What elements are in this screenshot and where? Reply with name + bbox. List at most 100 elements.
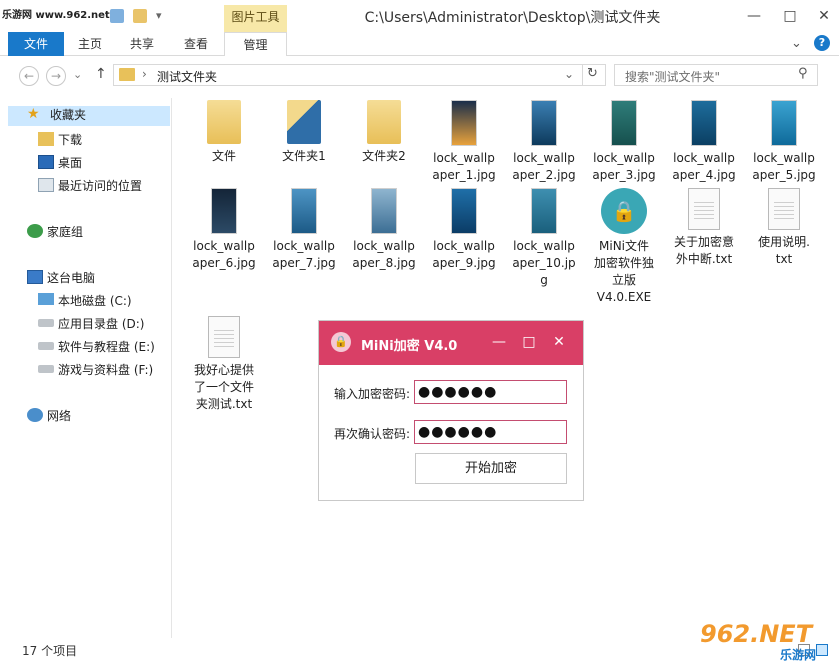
image-thumbnail-icon [611,100,637,146]
desktop-icon [38,155,54,169]
file-name: 文件 [211,149,236,163]
tab-home[interactable]: 主页 [66,32,114,56]
picture-tools-context-tab: 图片工具 [224,5,287,32]
computer-icon [27,270,43,284]
file-item[interactable]: lock_wallp aper_2.jpg [504,100,584,184]
file-name: MiNi文件 加密软件独 立版 V4.0.EXE [593,239,654,304]
file-name: lock_wallp aper_6.jpg [192,239,256,270]
file-name: 文件夹2 [362,149,406,163]
dialog-close-button[interactable]: ✕ [549,334,569,350]
breadcrumb-separator: › [142,67,147,81]
file-name: lock_wallp aper_7.jpg [272,239,336,270]
file-name: 关于加密意 外中断.txt [673,235,734,266]
image-thumbnail-icon [211,188,237,234]
confirm-password-input[interactable]: ●●●●●● [414,420,567,444]
file-item[interactable]: 我好心提供 了一个文件 夹测试.txt [184,316,264,413]
quick-access-dropdown-icon[interactable]: ▾ [156,9,162,22]
network-icon [27,408,43,422]
start-encrypt-button[interactable]: 开始加密 [415,453,567,484]
recent-locations-icon[interactable]: ⌄ [73,68,82,81]
file-name: lock_wallp aper_5.jpg [752,151,816,182]
lock-icon: 🔒 [331,332,351,352]
file-name: 使用说明. txt [758,235,810,266]
maximize-button[interactable]: □ [780,6,800,26]
file-name: lock_wallp aper_4.jpg [672,151,736,182]
file-item[interactable]: lock_wallp aper_9.jpg [424,188,504,272]
minimize-button[interactable]: — [744,6,764,26]
properties-icon[interactable] [110,9,124,23]
star-icon: ★ [27,106,40,122]
image-thumbnail-icon [691,100,717,146]
address-dropdown-icon[interactable]: ⌄ [564,67,574,81]
file-name: lock_wallp aper_1.jpg [432,151,496,182]
tab-share[interactable]: 共享 [118,32,166,56]
file-item[interactable]: lock_wallp aper_4.jpg [664,100,744,184]
forward-button[interactable]: → [46,66,66,86]
folder-icon [367,100,401,144]
file-item[interactable]: 文件夹2 [344,100,424,165]
up-button[interactable]: ↑ [95,66,107,82]
download-folder-icon [38,132,54,146]
image-thumbnail-icon [771,100,797,146]
site-logo: 962.NET 乐游网 [700,620,817,662]
tab-file[interactable]: 文件 [8,32,64,56]
file-item[interactable]: lock_wallp aper_6.jpg [184,188,264,272]
file-item[interactable]: 文件 [184,100,264,165]
file-item[interactable]: 关于加密意 外中断.txt [664,188,744,268]
confirm-password-label: 再次确认密码: [334,427,411,441]
dialog-title: MiNi加密 V4.0 [361,339,458,354]
watermark: 乐游网 www.962.net [2,10,110,21]
file-name: 我好心提供 了一个文件 夹测试.txt [193,363,254,411]
file-name: lock_wallp aper_9.jpg [432,239,496,270]
drive-icon [38,365,54,373]
help-icon[interactable]: ? [814,35,830,51]
ribbon-collapse-icon[interactable]: ⌄ [791,36,802,51]
refresh-icon[interactable]: ↻ [587,66,598,81]
file-name: lock_wallp aper_10.jp g [512,239,576,287]
file-item[interactable]: lock_wallp aper_3.jpg [584,100,664,184]
file-name: lock_wallp aper_8.jpg [352,239,416,270]
window-title: C:\Users\Administrator\Desktop\测试文件夹 [364,10,661,26]
file-item[interactable]: 使用说明. txt [744,188,824,268]
file-item[interactable]: lock_wallp aper_8.jpg [344,188,424,272]
text-file-icon [768,188,800,230]
sidebar-item-favorites[interactable]: ★ 收藏夹 [8,106,170,126]
file-item[interactable]: 文件夹1 [264,100,344,165]
search-icon[interactable]: ⚲ [798,66,808,81]
text-file-icon [688,188,720,230]
tab-manage[interactable]: 管理 [224,32,287,57]
image-thumbnail-icon [531,100,557,146]
breadcrumb-current[interactable]: 测试文件夹 [157,68,217,85]
password-input[interactable]: ●●●●●● [414,380,567,404]
image-thumbnail-icon [531,188,557,234]
password-label: 输入加密密码: [334,387,411,401]
folder-icon [207,100,241,144]
file-item[interactable]: lock_wallp aper_10.jp g [504,188,584,289]
drive-icon [38,342,54,350]
file-item[interactable]: lock_wallp aper_1.jpg [424,100,504,184]
folder-icon [287,100,321,144]
drive-c-icon [38,293,54,305]
image-thumbnail-icon [291,188,317,234]
close-button[interactable]: ✕ [814,6,834,26]
navigation-pane: ★ 收藏夹 下载 桌面 最近访问的位置 家庭组 这台电脑 本地磁盘 (C:) 应… [8,98,172,638]
back-button[interactable]: ← [19,66,39,86]
status-item-count: 17 个项目 [22,644,78,658]
file-item[interactable]: lock_wallp aper_5.jpg [744,100,824,184]
lock-app-icon: 🔒 [601,188,647,234]
file-item[interactable]: lock_wallp aper_7.jpg [264,188,344,272]
address-bar[interactable]: › 测试文件夹 ⌄ ↻ [113,64,606,86]
search-box[interactable]: 搜索"测试文件夹" ⚲ [614,64,818,86]
tab-view[interactable]: 查看 [172,32,220,56]
dialog-maximize-button[interactable]: □ [519,334,539,350]
file-name: lock_wallp aper_2.jpg [512,151,576,182]
image-thumbnail-icon [451,188,477,234]
image-thumbnail-icon [371,188,397,234]
recent-places-icon [38,178,54,192]
file-item[interactable]: 🔒 MiNi文件 加密软件独 立版 V4.0.EXE [584,188,664,306]
text-file-icon [208,316,240,358]
search-input[interactable]: 搜索"测试文件夹" [625,68,720,85]
new-folder-icon[interactable] [133,9,147,23]
image-thumbnail-icon [451,100,477,146]
dialog-minimize-button[interactable]: — [489,334,509,350]
